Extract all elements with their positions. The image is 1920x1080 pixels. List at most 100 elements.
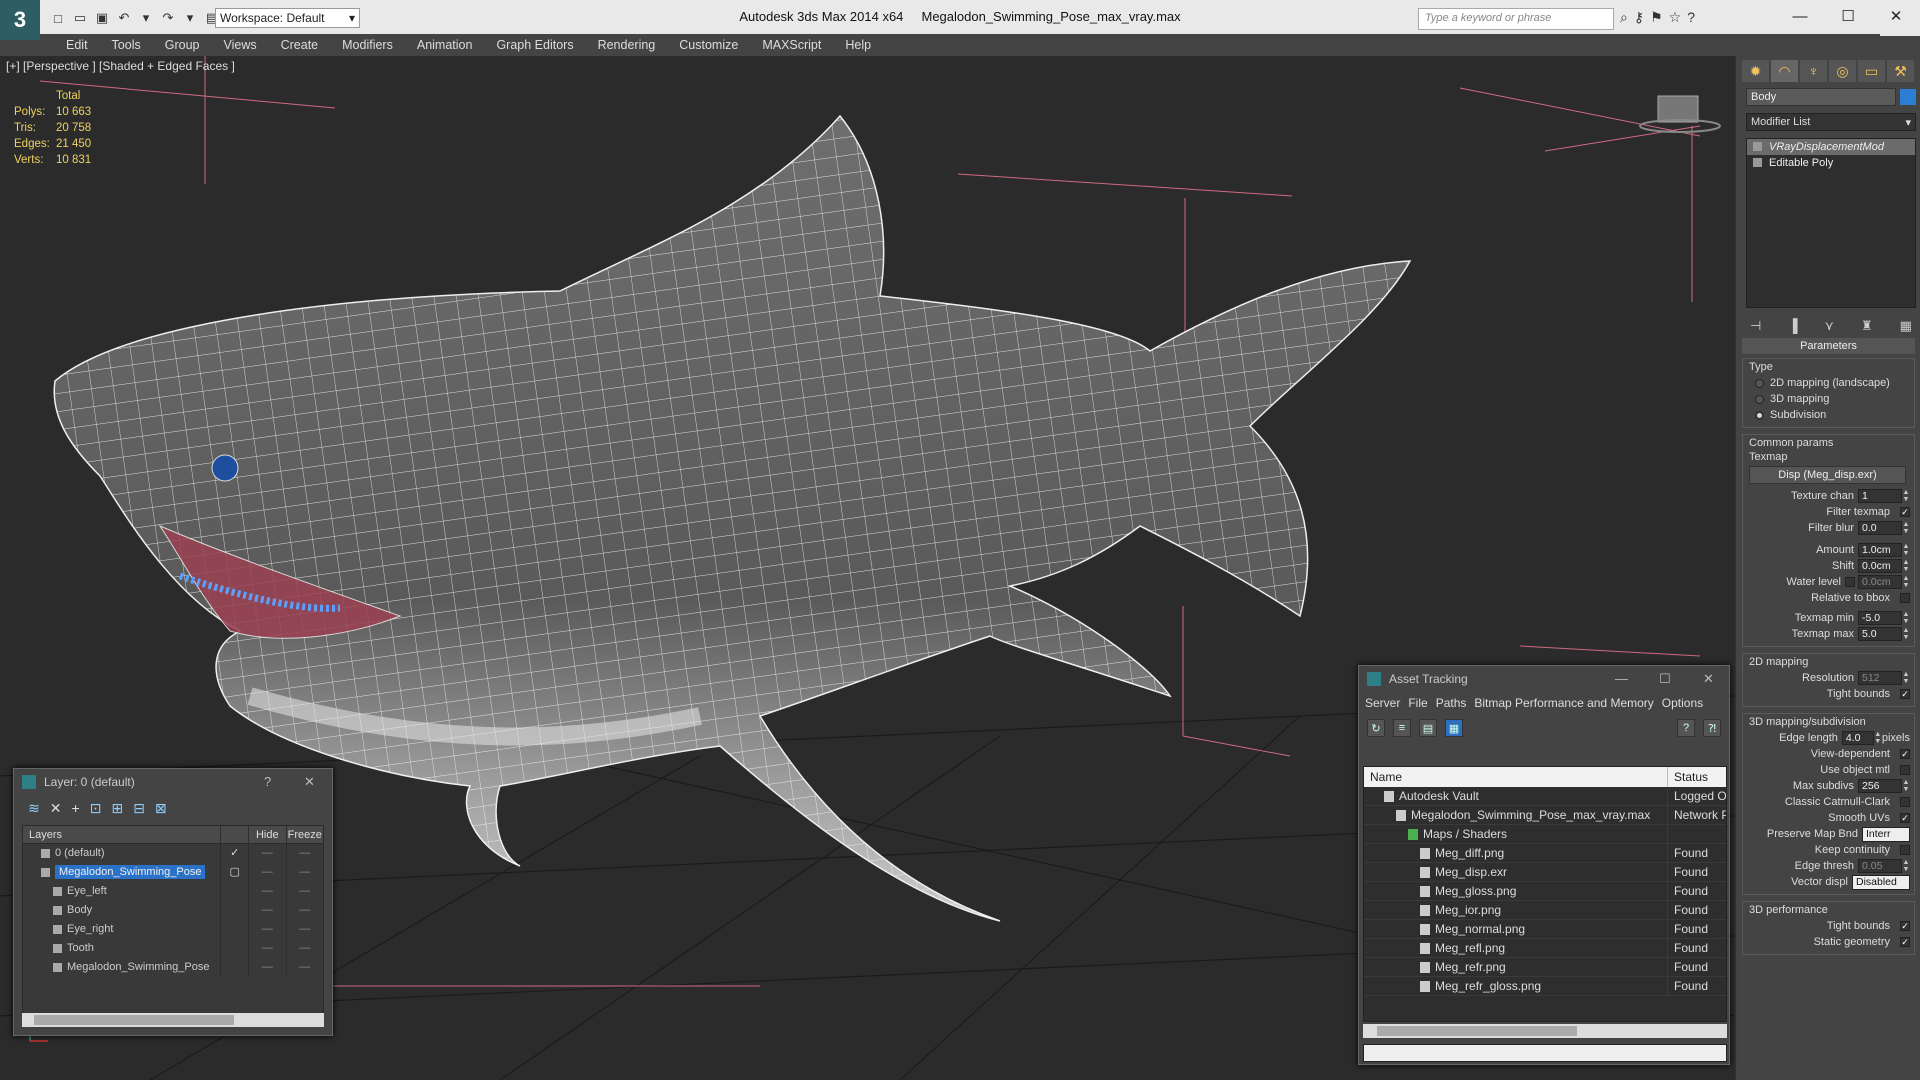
motion-tab-icon[interactable]: ◎ [1829, 60, 1856, 82]
freeze-toggle[interactable]: — [285, 939, 323, 958]
layer-row[interactable]: Tooth — — [23, 939, 323, 958]
column-name[interactable]: Name [1364, 767, 1668, 787]
layers-icon[interactable]: ≋ [28, 800, 40, 817]
view-dependent-checkbox[interactable]: ✓ [1900, 749, 1910, 759]
hierarchy-tab-icon[interactable]: ♆ [1800, 60, 1827, 82]
menu-help[interactable]: Help [833, 38, 883, 52]
save-file-icon[interactable]: ▣ [92, 8, 112, 28]
asset-row[interactable]: Meg_disp.exr Found [1364, 863, 1726, 882]
relative-bbox-checkbox[interactable] [1900, 593, 1910, 603]
spinner-arrows-icon[interactable]: ▲ ▼ [1902, 779, 1910, 793]
filter-blur-spinner[interactable]: 0.0 [1858, 521, 1902, 535]
freeze-toggle[interactable]: — [285, 958, 323, 977]
static-geometry-checkbox[interactable]: ✓ [1900, 937, 1910, 947]
current-layer-cell[interactable] [220, 920, 248, 939]
add-to-layer-icon[interactable]: ⊞ [111, 800, 123, 817]
asset-row[interactable]: Meg_refl.png Found [1364, 939, 1726, 958]
layer-row[interactable]: Eye_left — — [23, 882, 323, 901]
favorites-star-icon[interactable]: ☆ [1669, 9, 1682, 26]
tight-bounds-3d-checkbox[interactable]: ✓ [1900, 921, 1910, 931]
layer-row[interactable]: Megalodon_Swimming_Pose ▢ — — [23, 863, 323, 882]
layer-row[interactable]: 0 (default) ✓ — — [23, 844, 323, 863]
asset-row[interactable]: Meg_refr.png Found [1364, 958, 1726, 977]
refresh-icon[interactable]: ↻ [1367, 719, 1385, 737]
minimize-icon[interactable]: — [1615, 671, 1628, 686]
current-layer-cell[interactable] [220, 882, 248, 901]
texture-chan-spinner[interactable]: 1 [1858, 489, 1902, 503]
texmap-max-spinner[interactable]: 5.0 [1858, 627, 1902, 641]
object-color-swatch[interactable] [1900, 89, 1916, 105]
hide-toggle[interactable]: — [248, 920, 285, 939]
column-status[interactable]: Status [1668, 767, 1708, 787]
list-view-icon[interactable]: ≡ [1393, 719, 1411, 737]
maximize-button[interactable]: ☐ [1824, 0, 1872, 32]
resolution-spinner[interactable]: 512 [1858, 671, 1902, 685]
menu-create[interactable]: Create [269, 38, 331, 52]
asset-row[interactable]: Meg_diff.png Found [1364, 844, 1726, 863]
edge-length-spinner[interactable]: 4.0 [1841, 731, 1874, 745]
freeze-toggle[interactable]: — [285, 863, 323, 882]
spinner-arrows-icon[interactable]: ▲ ▼ [1902, 611, 1910, 625]
menu-maxscript[interactable]: MAXScript [750, 38, 833, 52]
modify-tab-icon[interactable]: ◠ [1771, 60, 1798, 82]
hide-toggle[interactable]: — [248, 939, 285, 958]
asset-row[interactable]: Megalodon_Swimming_Pose_max_vray.max Netw… [1364, 806, 1726, 825]
radio-2d-mapping[interactable]: 2D mapping (landscape) [1749, 375, 1910, 391]
spinner-arrows-icon[interactable]: ▲ ▼ [1902, 575, 1910, 589]
layer-scrollbar[interactable] [22, 1013, 324, 1027]
show-end-result-icon[interactable]: ▐ [1788, 318, 1797, 334]
asset-menu-options[interactable]: Options [1662, 694, 1703, 713]
workspace-dropdown[interactable]: Workspace: Default ▾ [215, 8, 360, 28]
search-input[interactable]: Type a keyword or phrase [1418, 8, 1614, 30]
texmap-min-spinner[interactable]: -5.0 [1858, 611, 1902, 625]
pin-stack-icon[interactable]: ⊣ [1750, 318, 1761, 334]
layer-row[interactable]: Body — — [23, 901, 323, 920]
rollout-header-parameters[interactable]: Parameters [1742, 338, 1915, 354]
scrollbar-thumb[interactable] [1377, 1026, 1577, 1036]
menu-graph-editors[interactable]: Graph Editors [484, 38, 585, 52]
layer-row[interactable]: Eye_right — — [23, 920, 323, 939]
freeze-toggle[interactable]: — [285, 920, 323, 939]
spinner-arrows-icon[interactable]: ▲ ▼ [1902, 521, 1910, 535]
freeze-toggle[interactable]: — [285, 844, 323, 863]
select-objects-icon[interactable]: ⊡ [90, 800, 102, 817]
open-file-icon[interactable]: ▭ [70, 8, 90, 28]
column-hide[interactable]: Hide [248, 826, 286, 843]
delete-layer-icon[interactable]: ✕ [50, 800, 62, 817]
key-icon[interactable]: ⚷ [1634, 9, 1644, 26]
remove-modifier-icon[interactable]: ♜ [1861, 318, 1873, 334]
hide-toggle[interactable]: — [248, 901, 285, 920]
menu-edit[interactable]: Edit [54, 38, 100, 52]
tight-bounds-2d-checkbox[interactable]: ✓ [1900, 689, 1910, 699]
column-layers[interactable]: Layers [23, 826, 220, 843]
menu-views[interactable]: Views [211, 38, 268, 52]
utilities-tab-icon[interactable]: ⚒ [1887, 60, 1914, 82]
scrollbar-thumb[interactable] [34, 1015, 234, 1025]
help-icon[interactable]: ? [1677, 719, 1695, 737]
vector-displ-dropdown[interactable]: Disabled [1852, 874, 1910, 890]
amount-spinner[interactable]: 1.0cm [1858, 543, 1902, 557]
current-layer-cell[interactable] [220, 958, 248, 977]
asset-menu-paths[interactable]: Paths [1436, 694, 1467, 713]
asset-menu-server[interactable]: Server [1365, 694, 1400, 713]
radio-subdivision[interactable]: Subdivision [1749, 407, 1910, 423]
filter-texmap-checkbox[interactable]: ✓ [1900, 507, 1910, 517]
freeze-toggle[interactable]: — [285, 901, 323, 920]
max-subdivs-spinner[interactable]: 256 [1858, 779, 1902, 793]
smooth-uvs-checkbox[interactable]: ✓ [1900, 813, 1910, 823]
layer-explorer-titlebar[interactable]: Layer: 0 (default) ? ✕ [14, 769, 332, 795]
hide-toggle[interactable]: — [248, 882, 285, 901]
column-freeze[interactable]: Freeze [285, 826, 324, 843]
menu-customize[interactable]: Customize [667, 38, 750, 52]
make-unique-icon[interactable]: ⋎ [1825, 318, 1835, 334]
edge-thresh-spinner[interactable]: 0.05 [1858, 859, 1902, 873]
menu-animation[interactable]: Animation [405, 38, 485, 52]
new-file-icon[interactable]: □ [48, 8, 68, 28]
binoculars-icon[interactable]: ⌕ [1620, 9, 1628, 26]
help-icon[interactable]: ? [1687, 9, 1695, 26]
asset-row[interactable]: Autodesk Vault Logged Out [1364, 787, 1726, 806]
current-layer-cell[interactable] [220, 901, 248, 920]
hide-toggle[interactable]: — [248, 844, 285, 863]
classic-catmull-checkbox[interactable] [1900, 797, 1910, 807]
stack-item-vray-displacement[interactable]: VRayDisplacementMod [1747, 139, 1915, 155]
